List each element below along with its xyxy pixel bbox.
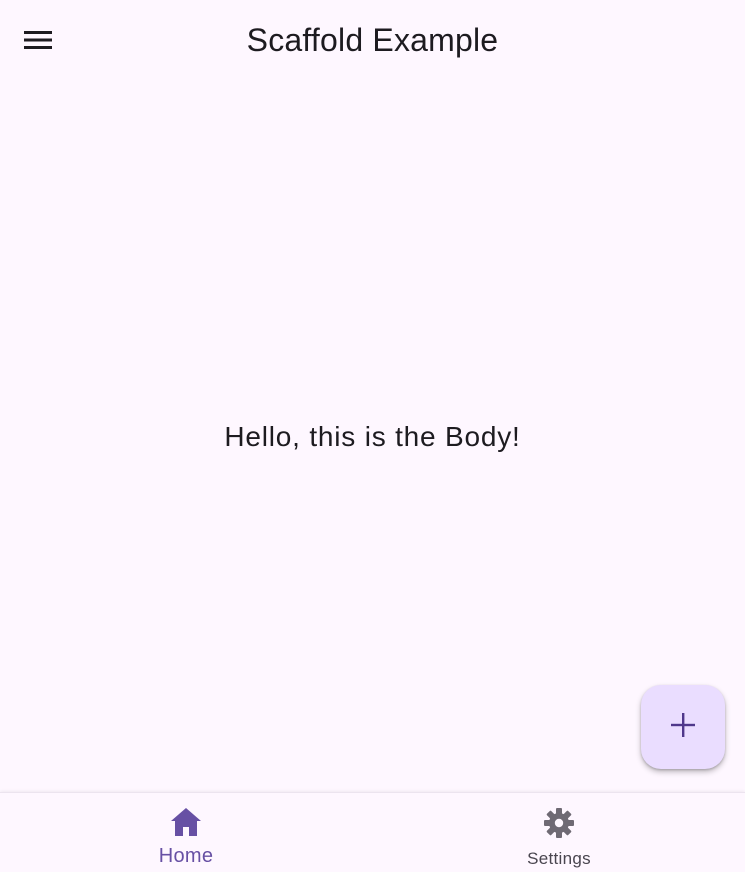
add-icon <box>670 712 696 743</box>
nav-item-settings[interactable]: Settings <box>373 793 745 872</box>
nav-item-home[interactable]: Home <box>0 793 372 872</box>
nav-label-settings: Settings <box>527 849 591 868</box>
add-fab-button[interactable] <box>641 685 725 769</box>
body-text: Hello, this is the Body! <box>224 421 521 452</box>
nav-label-home: Home <box>158 845 214 867</box>
menu-icon <box>24 29 52 51</box>
home-icon <box>170 807 202 842</box>
gear-icon <box>543 807 575 844</box>
page-title: Scaffold Example <box>246 22 499 58</box>
body-area: Hello, this is the Body! <box>0 80 745 792</box>
app-bar: Scaffold Example <box>0 0 745 80</box>
bottom-navigation-bar: Home Settings <box>0 792 745 872</box>
menu-button[interactable] <box>14 16 62 64</box>
